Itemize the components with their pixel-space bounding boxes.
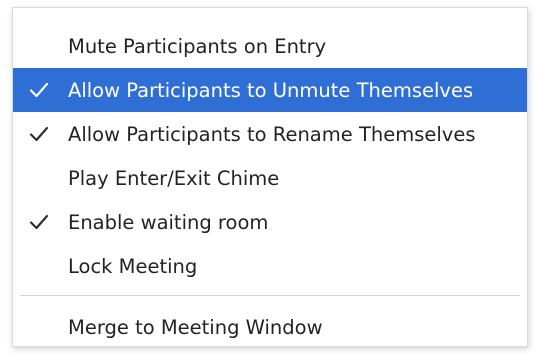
menu-item-label: Merge to Meeting Window: [68, 315, 323, 339]
menu-separator: [20, 295, 520, 296]
menu-item-label: Allow Participants to Rename Themselves: [68, 122, 476, 146]
menu-item-play-enter-exit-chime[interactable]: Play Enter/Exit Chime: [13, 156, 527, 200]
menu-item-label: Lock Meeting: [68, 254, 198, 278]
menu-item-label: Mute Participants on Entry: [68, 34, 327, 58]
menu-item-enable-waiting-room[interactable]: Enable waiting room: [13, 200, 527, 244]
menu-item-allow-unmute-themselves[interactable]: Allow Participants to Unmute Themselves: [13, 68, 527, 112]
participants-more-menu: Mute Participants on Entry Allow Partici…: [12, 7, 528, 347]
checkmark-icon: [28, 79, 50, 101]
menu-item-label: Allow Participants to Unmute Themselves: [68, 78, 474, 102]
menu-item-label: Enable waiting room: [68, 210, 269, 234]
menu-item-allow-rename-themselves[interactable]: Allow Participants to Rename Themselves: [13, 112, 527, 156]
menu-item-lock-meeting[interactable]: Lock Meeting: [13, 244, 527, 288]
checkmark-icon: [28, 211, 50, 233]
menu-item-mute-participants-on-entry[interactable]: Mute Participants on Entry: [13, 24, 527, 68]
menu-item-merge-to-meeting-window[interactable]: Merge to Meeting Window: [13, 305, 527, 349]
checkmark-icon: [28, 123, 50, 145]
menu-item-label: Play Enter/Exit Chime: [68, 166, 280, 190]
